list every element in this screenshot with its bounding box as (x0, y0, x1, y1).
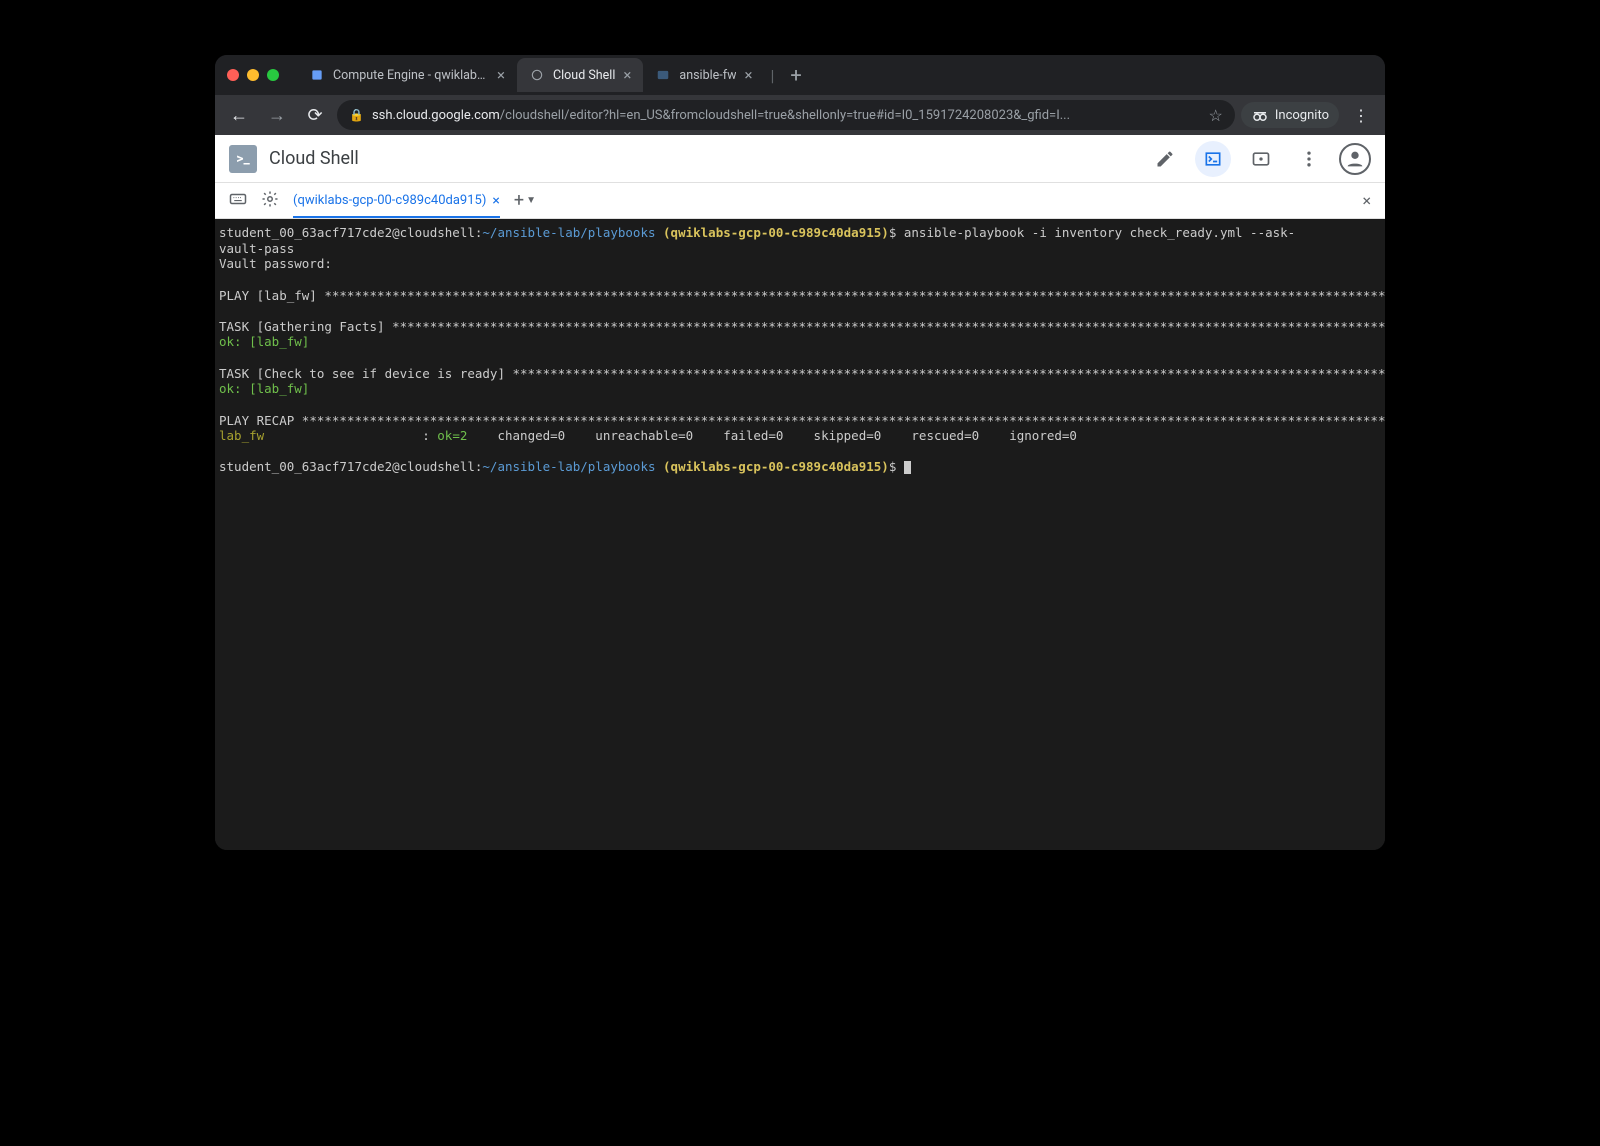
task-check-ready: TASK [Check to see if device is ready] *… (219, 366, 1385, 381)
shell-tab-label: (qwiklabs-gcp-00-c989c40da915) (293, 193, 486, 208)
tab-label: Cloud Shell (553, 68, 615, 83)
task-ok: ok: [lab_fw] (219, 381, 309, 396)
preview-button[interactable] (1243, 141, 1279, 177)
titlebar: Compute Engine - qwiklabs-gc × Cloud She… (215, 55, 1385, 95)
edit-button[interactable] (1147, 141, 1183, 177)
minimize-window-button[interactable] (247, 69, 259, 81)
back-button[interactable]: ← (223, 99, 255, 131)
tab-ansible-fw[interactable]: ansible-fw × (643, 58, 764, 92)
more-menu-button[interactable] (1291, 141, 1327, 177)
reload-button[interactable]: ⟳ (299, 99, 331, 131)
close-panel-icon[interactable]: × (1362, 191, 1371, 210)
command-text: ansible-playbook -i inventory check_read… (896, 225, 1295, 240)
play-recap-header: PLAY RECAP *****************************… (219, 413, 1385, 428)
play-header: PLAY [lab_fw] **************************… (219, 288, 1385, 303)
terminal-cursor (904, 461, 911, 474)
tab-label: Compute Engine - qwiklabs-gc (333, 68, 489, 83)
prompt-path: ~/ansible-lab/playbooks (482, 225, 655, 240)
settings-icon[interactable] (261, 190, 279, 212)
recap-ok: ok=2 (437, 428, 490, 443)
browser-window: Compute Engine - qwiklabs-gc × Cloud She… (215, 55, 1385, 850)
app-title: Cloud Shell (269, 148, 359, 169)
close-tab-icon[interactable]: × (623, 66, 631, 84)
address-bar: ← → ⟳ 🔒 ssh.cloud.google.com/cloudshell/… (215, 95, 1385, 135)
prompt-path: ~/ansible-lab/playbooks (482, 459, 655, 474)
shell-tabbar: (qwiklabs-gcp-00-c989c40da915) × +▼ × (215, 183, 1385, 219)
close-shell-tab-icon[interactable]: × (492, 193, 499, 209)
recap-stats: changed=0 unreachable=0 failed=0 skipped… (490, 428, 1077, 443)
terminal[interactable]: student_00_63acf717cde2@cloudshell:~/ans… (215, 219, 1385, 850)
task-ok: ok: [lab_fw] (219, 334, 309, 349)
shell-tab-project[interactable]: (qwiklabs-gcp-00-c989c40da915) × (293, 183, 500, 218)
gcp-icon (309, 67, 325, 83)
prompt-user: student_00_63acf717cde2@cloudshell (219, 459, 475, 474)
maximize-window-button[interactable] (267, 69, 279, 81)
cloud-shell-appbar: >_ Cloud Shell (215, 135, 1385, 183)
close-window-button[interactable] (227, 69, 239, 81)
close-tab-icon[interactable]: × (497, 66, 505, 84)
keyboard-icon[interactable] (229, 190, 247, 212)
url-text: ssh.cloud.google.com/cloudshell/editor?h… (372, 108, 1201, 123)
incognito-label: Incognito (1275, 108, 1329, 123)
lock-icon: 🔒 (349, 108, 364, 122)
browser-tabs: Compute Engine - qwiklabs-gc × Cloud She… (297, 55, 1373, 95)
terminal-button[interactable] (1195, 141, 1231, 177)
close-tab-icon[interactable]: × (744, 66, 752, 84)
chrome-menu-button[interactable]: ⋮ (1345, 106, 1377, 125)
prompt-project: (qwiklabs-gcp-00-c989c40da915) (663, 459, 889, 474)
vault-prompt: Vault password: (219, 256, 332, 271)
account-avatar[interactable] (1339, 143, 1371, 175)
cloud-shell-icon (529, 67, 545, 83)
omnibox[interactable]: 🔒 ssh.cloud.google.com/cloudshell/editor… (337, 100, 1235, 130)
new-tab-button[interactable]: + (780, 63, 811, 87)
tab-cloud-shell[interactable]: Cloud Shell × (517, 58, 643, 92)
bookmark-star-icon[interactable]: ☆ (1209, 106, 1223, 125)
add-shell-tab-button[interactable]: +▼ (514, 190, 536, 211)
incognito-badge: Incognito (1241, 102, 1339, 128)
incognito-icon (1251, 106, 1269, 124)
traffic-lights (227, 69, 279, 81)
prompt-user: student_00_63acf717cde2@cloudshell (219, 225, 475, 240)
recap-host: lab_fw (219, 428, 264, 443)
tab-compute-engine[interactable]: Compute Engine - qwiklabs-gc × (297, 58, 517, 92)
task-gathering-facts: TASK [Gathering Facts] *****************… (219, 319, 1385, 334)
forward-button[interactable]: → (261, 99, 293, 131)
cloud-shell-logo-icon: >_ (229, 145, 257, 173)
tab-label: ansible-fw (679, 68, 736, 83)
prompt-project: (qwiklabs-gcp-00-c989c40da915) (663, 225, 889, 240)
panos-icon (655, 67, 671, 83)
